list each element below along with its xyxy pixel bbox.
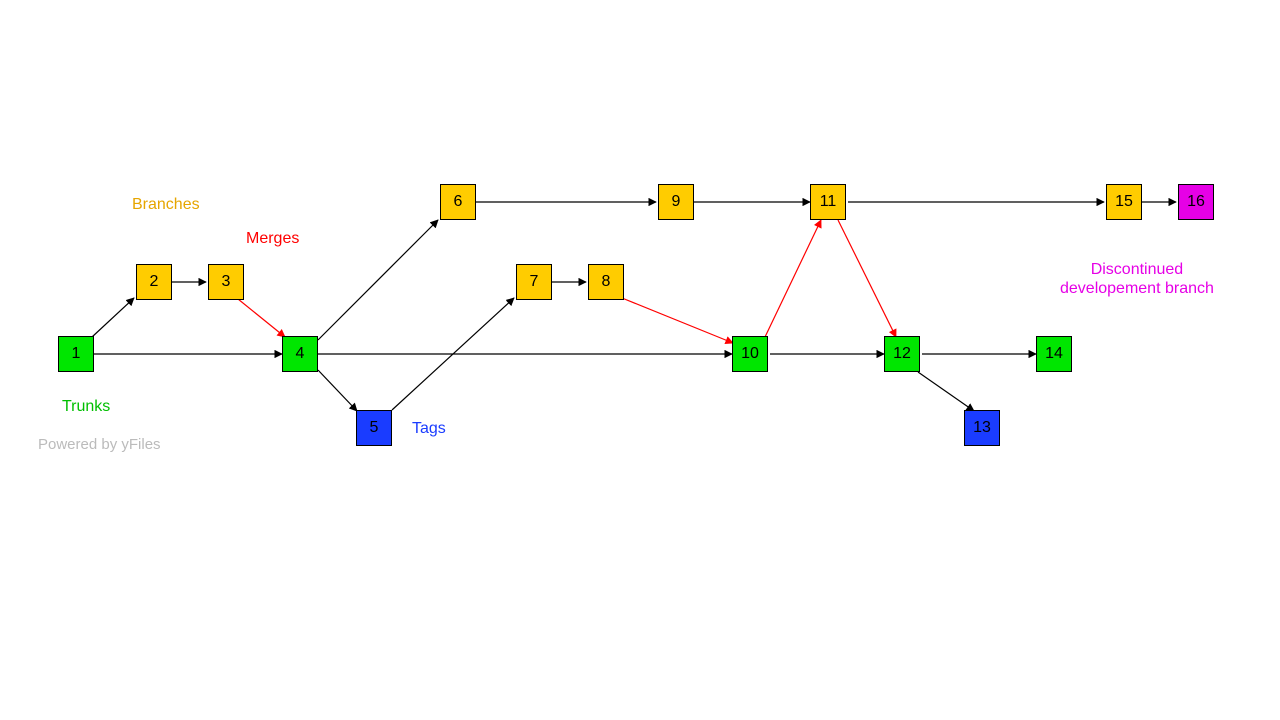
label-discontinued-line2: developement branch bbox=[1060, 280, 1214, 297]
edge-10-11 bbox=[765, 220, 821, 337]
edge-4-5 bbox=[318, 370, 357, 411]
node-15: 15 bbox=[1106, 184, 1142, 220]
label-tags: Tags bbox=[412, 420, 446, 438]
label-discontinued-line1: Discontinued bbox=[1091, 261, 1184, 278]
node-8: 8 bbox=[588, 264, 624, 300]
label-branches: Branches bbox=[132, 196, 200, 214]
edge-5-7 bbox=[392, 298, 514, 410]
node-2: 2 bbox=[136, 264, 172, 300]
edges-layer bbox=[0, 0, 1280, 720]
node-1: 1 bbox=[58, 336, 94, 372]
node-5: 5 bbox=[356, 410, 392, 446]
node-11: 11 bbox=[810, 184, 846, 220]
edge-1-2 bbox=[92, 298, 134, 337]
node-6: 6 bbox=[440, 184, 476, 220]
node-3: 3 bbox=[208, 264, 244, 300]
node-9: 9 bbox=[658, 184, 694, 220]
edge-11-12 bbox=[838, 220, 896, 337]
label-merges: Merges bbox=[246, 230, 299, 248]
node-7: 7 bbox=[516, 264, 552, 300]
label-trunks: Trunks bbox=[62, 398, 110, 416]
node-13: 13 bbox=[964, 410, 1000, 446]
node-10: 10 bbox=[732, 336, 768, 372]
edge-4-6 bbox=[318, 220, 438, 340]
node-14: 14 bbox=[1036, 336, 1072, 372]
edge-3-4 bbox=[238, 299, 285, 337]
node-12: 12 bbox=[884, 336, 920, 372]
node-4: 4 bbox=[282, 336, 318, 372]
edge-8-10 bbox=[622, 298, 733, 343]
label-discontinued: Discontinued developement branch bbox=[1060, 260, 1214, 298]
node-16: 16 bbox=[1178, 184, 1214, 220]
edge-12-13 bbox=[918, 372, 974, 411]
label-powered-by: Powered by yFiles bbox=[38, 436, 161, 453]
